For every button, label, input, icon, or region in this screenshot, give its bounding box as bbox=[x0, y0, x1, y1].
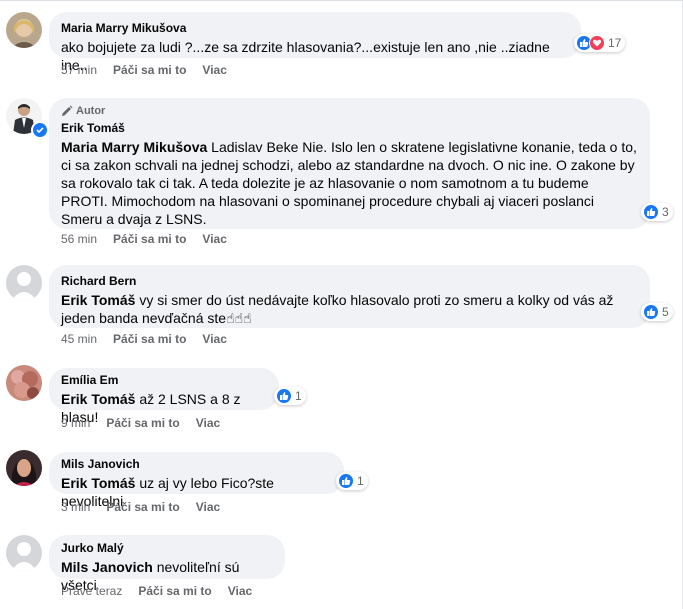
reaction-count: 1 bbox=[357, 474, 364, 488]
reaction-summary[interactable]: 17 bbox=[574, 34, 626, 52]
avatar[interactable] bbox=[6, 265, 42, 301]
comment-actions: Práve teraz Páči sa mi to Viac bbox=[61, 583, 252, 599]
avatar[interactable] bbox=[6, 12, 42, 48]
comment-author[interactable]: Emília Em bbox=[61, 372, 267, 388]
more-button[interactable]: Viac bbox=[228, 583, 252, 599]
like-button[interactable]: Páči sa mi to bbox=[138, 583, 211, 599]
like-icon bbox=[338, 473, 354, 489]
reaction-count: 5 bbox=[662, 305, 669, 319]
comment-author[interactable]: Jurko Malý bbox=[61, 540, 273, 556]
comment-actions: 45 min Páči sa mi to Viac bbox=[61, 331, 227, 347]
avatar[interactable] bbox=[6, 450, 42, 486]
reaction-summary[interactable]: 1 bbox=[336, 472, 368, 490]
more-button[interactable]: Viac bbox=[196, 415, 220, 431]
avatar[interactable] bbox=[6, 535, 42, 571]
comment-bubble: Mils Janovich Erik Tomáš uz aj vy lebo F… bbox=[49, 452, 344, 509]
reaction-count: 1 bbox=[295, 389, 302, 403]
reaction-count: 17 bbox=[608, 36, 622, 50]
more-button[interactable]: Viac bbox=[202, 331, 226, 347]
comment-author[interactable]: Mils Janovich bbox=[61, 456, 332, 472]
love-icon bbox=[589, 35, 605, 51]
comment-actions: 57 min Páči sa mi to Viac bbox=[61, 62, 227, 78]
comment-author[interactable]: Maria Marry Mikušova bbox=[61, 20, 569, 36]
comment-bubble: Autor Erik Tomáš Maria Marry Mikušova La… bbox=[49, 98, 650, 229]
more-button[interactable]: Viac bbox=[202, 62, 226, 78]
pencil-icon bbox=[62, 105, 73, 116]
comment-mention[interactable]: Mils Janovich bbox=[61, 559, 153, 575]
reaction-count: 3 bbox=[662, 205, 669, 219]
like-button[interactable]: Páči sa mi to bbox=[113, 62, 186, 78]
comment-actions: 3 min Páči sa mi to Viac bbox=[61, 499, 220, 515]
comment-time[interactable]: 45 min bbox=[61, 331, 97, 347]
comment-bubble: Maria Marry Mikušova ako bojujete za lud… bbox=[49, 12, 581, 73]
author-badge: Autor bbox=[61, 104, 638, 118]
comment-text: Erik Tomáš vy si smer do úst nedávajte k… bbox=[61, 291, 638, 327]
comment-bubble: Richard Bern Erik Tomáš vy si smer do ús… bbox=[49, 265, 650, 328]
comment-mention[interactable]: Erik Tomáš bbox=[61, 292, 135, 308]
comment-body: vy si smer do úst nedávajte koľko hlasov… bbox=[61, 292, 614, 326]
like-icon bbox=[276, 388, 292, 404]
reaction-summary[interactable]: 5 bbox=[641, 303, 673, 321]
comment-time[interactable]: 56 min bbox=[61, 231, 97, 247]
comment-actions: 9 min Páči sa mi to Viac bbox=[61, 415, 220, 431]
comment-author[interactable]: Erik Tomáš bbox=[61, 120, 638, 136]
verified-badge-icon bbox=[31, 121, 49, 139]
like-button[interactable]: Páči sa mi to bbox=[106, 415, 179, 431]
avatar[interactable] bbox=[6, 365, 42, 401]
like-button[interactable]: Páči sa mi to bbox=[113, 331, 186, 347]
comment-time[interactable]: Práve teraz bbox=[61, 583, 122, 599]
more-button[interactable]: Viac bbox=[196, 499, 220, 515]
comment-time[interactable]: 3 min bbox=[61, 499, 90, 515]
more-button[interactable]: Viac bbox=[202, 231, 226, 247]
top-divider bbox=[0, 0, 683, 1]
comment-mention[interactable]: Maria Marry Mikušova bbox=[61, 139, 207, 155]
like-icon bbox=[643, 204, 659, 220]
comment-bubble: Emília Em Erik Tomáš až 2 LSNS a 8 z hla… bbox=[49, 368, 279, 425]
comment-mention[interactable]: Erik Tomáš bbox=[61, 391, 135, 407]
comment-time[interactable]: 9 min bbox=[61, 415, 90, 431]
reaction-summary[interactable]: 3 bbox=[641, 203, 673, 221]
like-button[interactable]: Páči sa mi to bbox=[106, 499, 179, 515]
author-badge-label: Autor bbox=[76, 105, 106, 117]
comment-bubble: Jurko Malý Mils Janovich nevoliteľní sú … bbox=[49, 535, 285, 593]
comment-text: Maria Marry Mikušova Ladislav Beke Nie. … bbox=[61, 138, 638, 228]
comment-time[interactable]: 57 min bbox=[61, 62, 97, 78]
like-button[interactable]: Páči sa mi to bbox=[113, 231, 186, 247]
comment-mention[interactable]: Erik Tomáš bbox=[61, 475, 135, 491]
comment-author[interactable]: Richard Bern bbox=[61, 273, 638, 289]
like-icon bbox=[643, 304, 659, 320]
comment-actions: 56 min Páči sa mi to Viac bbox=[61, 231, 227, 247]
reaction-summary[interactable]: 1 bbox=[274, 387, 306, 405]
